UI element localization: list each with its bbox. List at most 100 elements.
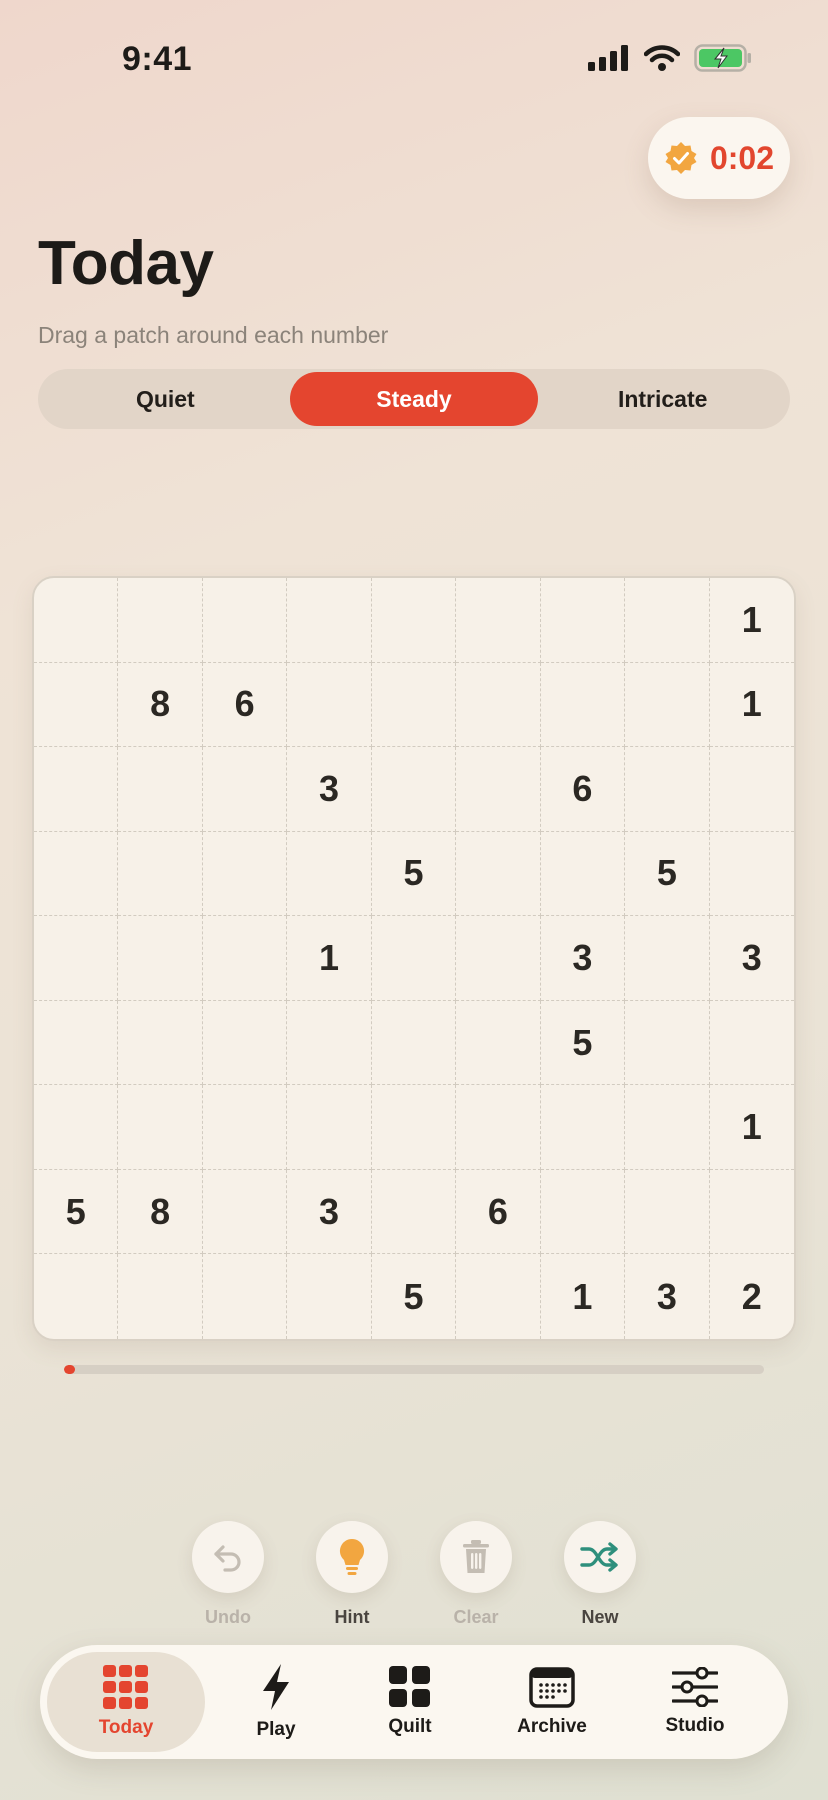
board-cell[interactable] (34, 578, 119, 663)
board-cell[interactable] (456, 1254, 541, 1339)
board-cell[interactable] (118, 1000, 203, 1086)
board-cell[interactable] (540, 662, 626, 748)
board-cell[interactable] (287, 662, 372, 748)
board-cell[interactable] (202, 1085, 288, 1170)
board-cell[interactable] (456, 831, 541, 917)
difficulty-option-intricate[interactable]: Intricate (538, 372, 787, 426)
board-cell[interactable]: 5 (625, 831, 710, 917)
board-cell[interactable] (709, 747, 794, 832)
board-cell[interactable]: 1 (287, 916, 372, 1001)
board-cell[interactable] (371, 1085, 457, 1170)
board-cell[interactable]: 3 (540, 916, 626, 1001)
tab-archive[interactable]: Archive (487, 1645, 617, 1759)
board-cell[interactable] (287, 831, 372, 917)
clear-button-circle[interactable] (440, 1521, 512, 1593)
difficulty-option-steady[interactable]: Steady (289, 372, 539, 426)
board-cell[interactable] (456, 578, 541, 663)
hint-button[interactable]: Hint (315, 1521, 389, 1628)
board-cell[interactable] (456, 916, 541, 1001)
board-cell[interactable] (118, 831, 203, 917)
board-cell[interactable] (34, 747, 119, 832)
undo-button[interactable]: Undo (191, 1521, 265, 1628)
board-cell[interactable]: 6 (202, 662, 288, 748)
board-cell[interactable] (118, 1254, 203, 1339)
board-cell[interactable]: 3 (625, 1254, 710, 1339)
new-puzzle-button[interactable]: New (563, 1521, 637, 1628)
board-cell[interactable] (540, 1169, 626, 1255)
tab-play[interactable]: Play (214, 1645, 338, 1759)
board-cell[interactable] (118, 747, 203, 832)
board-cell[interactable] (625, 916, 710, 1001)
board-cell[interactable] (202, 831, 288, 917)
board-cell[interactable] (202, 747, 288, 832)
board-cell[interactable] (371, 662, 457, 748)
board-cell[interactable] (34, 662, 119, 748)
board-cell[interactable]: 1 (709, 663, 794, 748)
board-cell[interactable] (287, 1085, 372, 1170)
board-cell[interactable] (371, 916, 457, 1001)
timer-pill[interactable]: 0:02 (648, 117, 790, 199)
board-cell[interactable] (287, 578, 372, 663)
board-cell[interactable]: 5 (540, 1000, 626, 1086)
board-cell[interactable] (371, 747, 457, 832)
board-cell[interactable] (202, 916, 288, 1001)
board-cell[interactable]: 1 (541, 1254, 626, 1339)
board-cell[interactable] (625, 578, 710, 663)
board-cell[interactable]: 2 (710, 1254, 794, 1339)
board-cell[interactable] (371, 578, 457, 663)
board-cell[interactable]: 8 (118, 1169, 203, 1255)
board-cell[interactable] (540, 1085, 626, 1170)
board-cell[interactable] (371, 1169, 457, 1255)
board-cell[interactable] (202, 1169, 288, 1255)
hint-button-circle[interactable] (316, 1521, 388, 1593)
board-cell[interactable]: 3 (287, 1169, 372, 1255)
board-cell[interactable] (625, 1000, 710, 1086)
board-cell[interactable] (118, 578, 203, 663)
board-cell[interactable] (34, 1254, 119, 1339)
board-cell[interactable] (371, 1000, 457, 1086)
board-cell[interactable] (456, 662, 541, 748)
board-cell[interactable] (34, 1085, 119, 1170)
puzzle-board[interactable]: 186136551335158365132 (32, 576, 796, 1341)
board-cell[interactable] (202, 1000, 288, 1086)
board-cell[interactable] (203, 1254, 288, 1339)
difficulty-option-quiet[interactable]: Quiet (41, 372, 290, 426)
board-cell[interactable] (456, 747, 541, 832)
board-cell[interactable] (456, 1000, 541, 1086)
board-cell[interactable]: 1 (709, 578, 794, 663)
tab-quilt[interactable]: Quilt (348, 1645, 472, 1759)
board-cell[interactable]: 5 (34, 1169, 119, 1255)
board-cell[interactable]: 6 (540, 747, 626, 832)
board-cell[interactable]: 5 (372, 1254, 457, 1339)
board-cell[interactable] (34, 831, 119, 917)
board-cell[interactable] (625, 662, 710, 748)
board-cell[interactable] (540, 831, 626, 917)
board-cell[interactable] (709, 1001, 794, 1086)
board-cell[interactable] (34, 916, 119, 1001)
tab-today[interactable]: Today (47, 1645, 205, 1759)
board-cell[interactable] (202, 578, 288, 663)
tab-studio[interactable]: Studio (630, 1645, 760, 1759)
board-cell[interactable] (456, 1085, 541, 1170)
board-cell[interactable]: 8 (118, 662, 203, 748)
clear-button[interactable]: Clear (439, 1521, 513, 1628)
board-cell[interactable] (709, 832, 794, 917)
board-cell[interactable] (287, 1000, 372, 1086)
board-cell[interactable] (625, 1169, 710, 1255)
board-cell[interactable]: 3 (709, 916, 794, 1001)
board-cell[interactable] (118, 916, 203, 1001)
board-cell[interactable] (287, 1254, 372, 1339)
board-cell[interactable]: 1 (709, 1085, 794, 1170)
board-cell[interactable]: 3 (287, 747, 372, 832)
board-cell[interactable] (34, 1000, 119, 1086)
board-cell[interactable]: 6 (456, 1169, 541, 1255)
board-cell[interactable] (625, 1085, 710, 1170)
board-cell[interactable]: 5 (371, 831, 457, 917)
board-cell[interactable] (709, 1170, 794, 1255)
board-cell[interactable] (625, 747, 710, 832)
board-cell[interactable] (540, 578, 626, 663)
board-cell[interactable] (118, 1085, 203, 1170)
new-puzzle-button-circle[interactable] (564, 1521, 636, 1593)
undo-button-circle[interactable] (192, 1521, 264, 1593)
wifi-icon (644, 45, 680, 71)
